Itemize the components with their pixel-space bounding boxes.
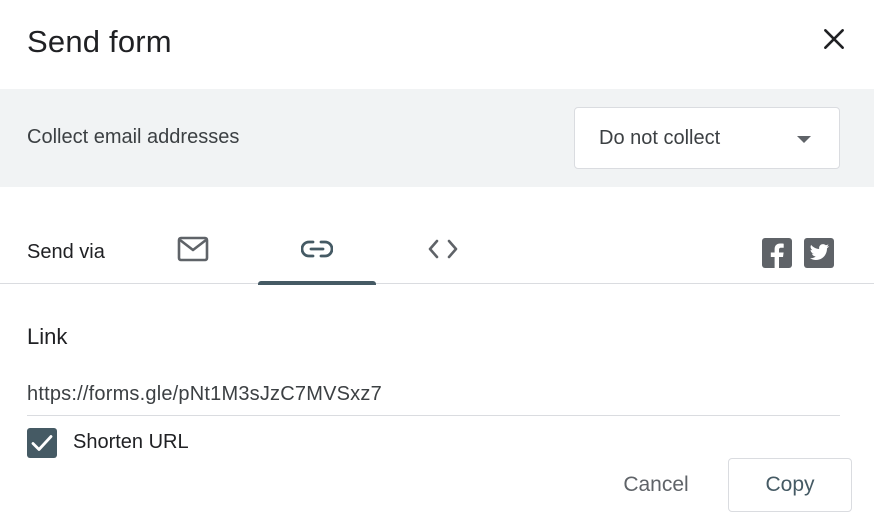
close-button[interactable]	[815, 20, 853, 58]
collect-email-dropdown[interactable]: Do not collect	[574, 107, 840, 169]
twitter-share-button[interactable]	[804, 238, 834, 268]
send-via-tabs: Send via	[0, 214, 874, 285]
copy-button[interactable]: Copy	[728, 458, 852, 512]
facebook-icon	[770, 243, 784, 268]
collect-email-section: Collect email addresses Do not collect	[0, 89, 874, 187]
checkmark-icon	[31, 435, 53, 451]
facebook-share-button[interactable]	[762, 238, 792, 268]
dropdown-arrow-icon	[797, 136, 811, 143]
dialog-title: Send form	[27, 24, 172, 59]
email-icon	[177, 236, 209, 262]
link-url-underline	[27, 415, 840, 416]
twitter-icon	[809, 244, 830, 260]
tab-link[interactable]	[258, 214, 376, 285]
send-via-label: Send via	[27, 241, 105, 263]
tab-email[interactable]	[150, 214, 236, 284]
link-heading: Link	[27, 324, 68, 349]
link-icon	[301, 240, 333, 258]
collect-email-selected-value: Do not collect	[599, 127, 721, 149]
cancel-button[interactable]: Cancel	[600, 458, 712, 512]
link-url-field[interactable]: https://forms.gle/pNt1M3sJzC7MVSxz7	[27, 383, 382, 406]
embed-code-icon	[428, 239, 458, 259]
tab-embed[interactable]	[400, 214, 486, 284]
shorten-url-checkbox[interactable]	[27, 428, 57, 458]
active-tab-indicator	[258, 281, 376, 285]
shorten-url-label[interactable]: Shorten URL	[73, 431, 189, 454]
send-form-dialog: Send form Collect email addresses Do not…	[0, 0, 874, 529]
collect-email-label: Collect email addresses	[27, 126, 240, 148]
close-icon	[824, 29, 844, 49]
